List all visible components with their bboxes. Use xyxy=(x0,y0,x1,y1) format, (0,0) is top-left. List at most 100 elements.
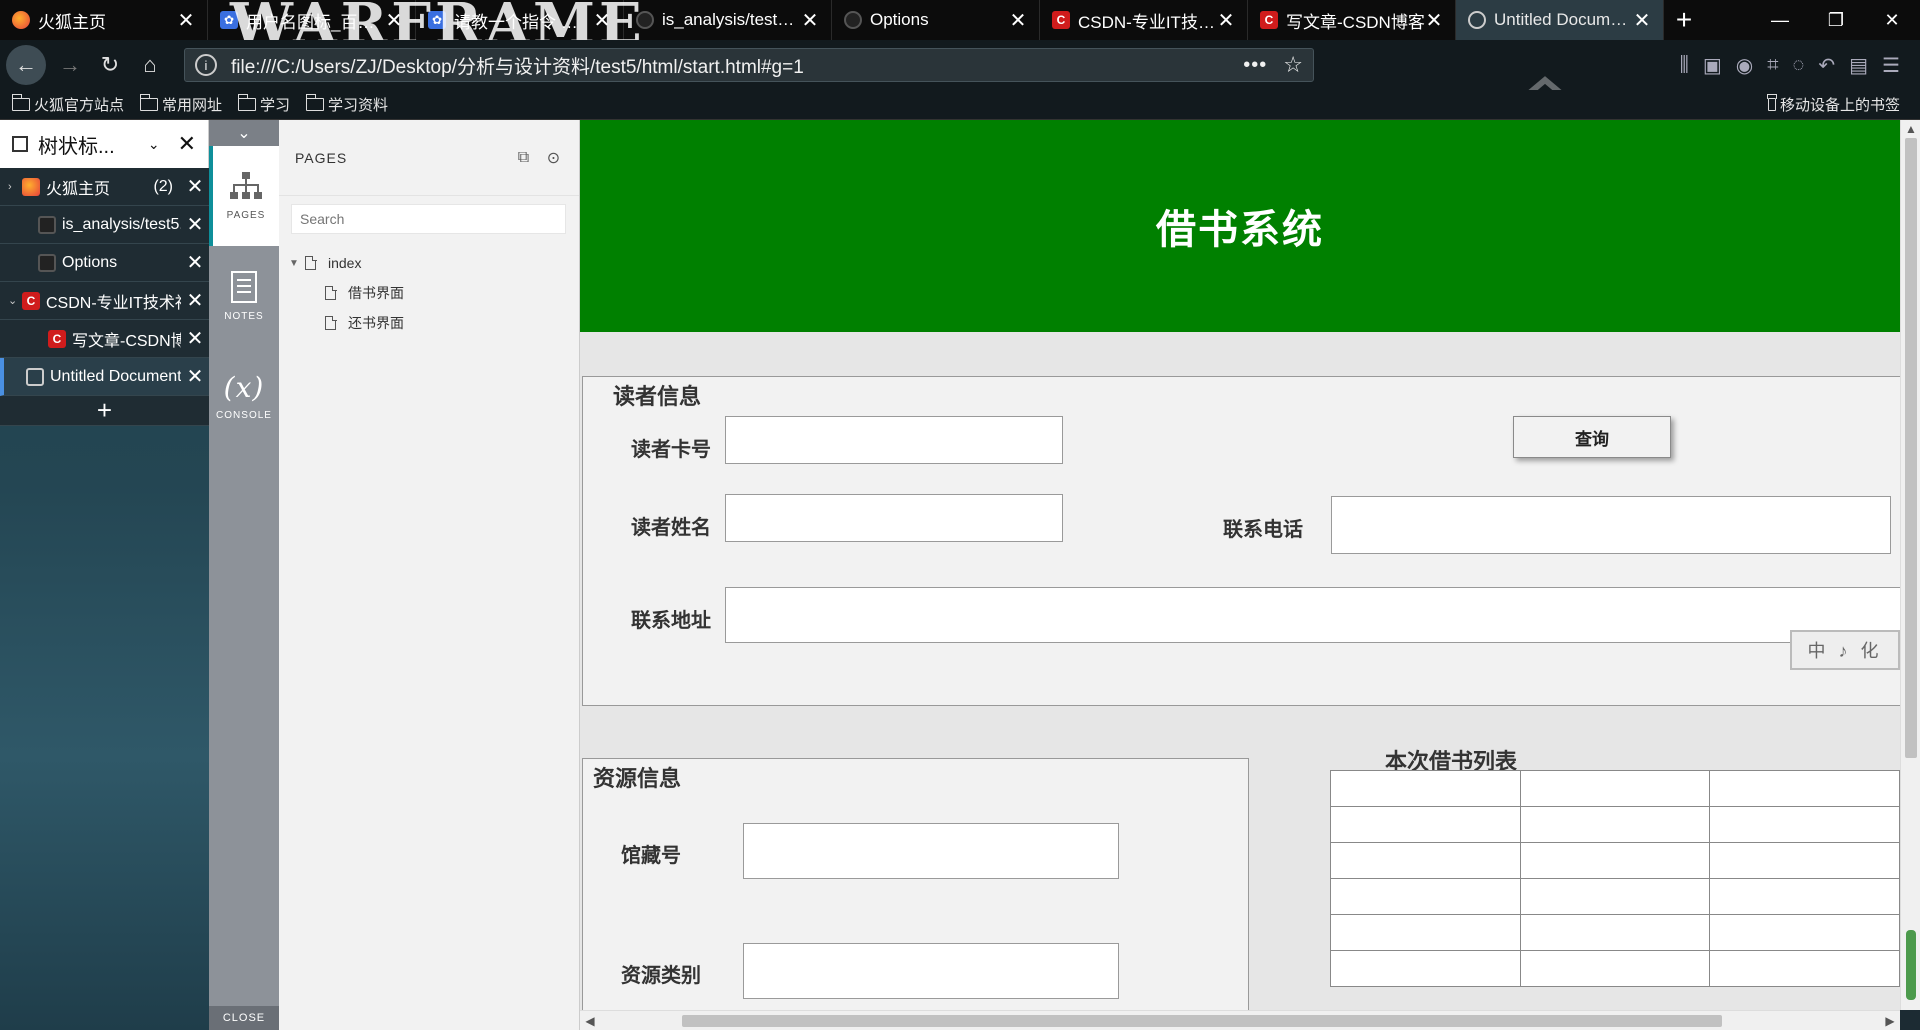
close-tab-icon[interactable]: ✕ xyxy=(181,364,209,389)
scroll-up-icon[interactable]: ▲ xyxy=(1901,122,1920,136)
vertical-scroll-thumb[interactable] xyxy=(1905,138,1917,758)
close-tab-icon[interactable]: ✕ xyxy=(1217,8,1235,33)
back-button[interactable]: ← xyxy=(6,45,46,85)
page-tree-item-borrow[interactable]: 借书界面 xyxy=(279,278,579,308)
scroll-right-icon[interactable]: ▶ xyxy=(1880,1014,1900,1028)
table-cell[interactable] xyxy=(1330,950,1521,987)
page-tree-item-index[interactable]: ▼ index xyxy=(279,248,579,278)
sidebar-toggle-icon[interactable]: ▣ xyxy=(1703,53,1722,78)
collapse-chevron-icon[interactable]: ⌄ xyxy=(209,120,279,146)
new-tab-button[interactable]: + xyxy=(1664,0,1704,40)
tree-tab-item[interactable]: Options ✕ xyxy=(0,244,209,282)
close-icon[interactable]: ✕ xyxy=(178,131,196,157)
browser-tab[interactable]: ✿ 请教一个指令 重复 ✕ xyxy=(416,0,624,40)
chevron-down-icon[interactable]: ⌄ xyxy=(148,136,160,153)
bookmark-star-icon[interactable]: ☆ xyxy=(1283,52,1303,78)
extension-icon[interactable]: ▤ xyxy=(1849,53,1868,78)
close-tab-icon[interactable]: ✕ xyxy=(801,8,819,33)
close-window-button[interactable]: ✕ xyxy=(1864,0,1920,40)
pages-search-input[interactable] xyxy=(291,204,566,234)
browser-tab[interactable]: C CSDN-专业IT技术社 ✕ xyxy=(1040,0,1248,40)
url-bar[interactable]: i file:///C:/Users/ZJ/Desktop/分析与设计资料/te… xyxy=(184,48,1314,82)
query-button[interactable]: 查询 xyxy=(1513,416,1671,458)
library-icon[interactable]: ⫼ xyxy=(1680,54,1689,77)
bookmark-study-materials[interactable]: 学习资料 xyxy=(305,94,388,115)
twisty-icon[interactable]: › xyxy=(8,181,22,193)
minimize-button[interactable]: — xyxy=(1752,0,1808,40)
horizontal-scroll-thumb[interactable] xyxy=(682,1015,1722,1027)
tree-tab-item[interactable]: is_analysis/test5.m✕ xyxy=(0,206,209,244)
table-cell[interactable] xyxy=(1519,950,1711,987)
locate-page-icon[interactable]: ⊙ xyxy=(545,149,563,167)
rail-notes-tab[interactable]: NOTES xyxy=(209,246,279,346)
add-tab-button[interactable]: + xyxy=(0,395,209,426)
home-button[interactable]: ⌂ xyxy=(130,45,170,85)
vertical-scrollbar[interactable]: ▲ xyxy=(1900,120,1920,1010)
browser-tab[interactable]: Untitled Document ✕ xyxy=(1456,0,1664,40)
table-cell[interactable] xyxy=(1519,806,1711,843)
table-cell[interactable] xyxy=(1709,878,1900,915)
rail-close-button[interactable]: CLOSE xyxy=(209,1006,279,1030)
url-text[interactable]: file:///C:/Users/ZJ/Desktop/分析与设计资料/test… xyxy=(231,52,1243,79)
menu-icon[interactable]: ☰ xyxy=(1882,53,1900,78)
tree-tab-item[interactable]: Untitled Document ✕ xyxy=(0,358,209,396)
table-cell[interactable] xyxy=(1330,842,1521,879)
table-cell[interactable] xyxy=(1330,878,1521,915)
browser-tab[interactable]: Options ✕ xyxy=(832,0,1040,40)
info-icon[interactable]: i xyxy=(195,54,217,76)
undo-icon[interactable]: ↶ xyxy=(1818,53,1835,78)
account-icon[interactable]: ◉ xyxy=(1736,53,1753,78)
scroll-left-icon[interactable]: ◀ xyxy=(580,1014,600,1028)
forward-button[interactable]: → xyxy=(50,45,90,85)
tree-tab-item[interactable]: › 火狐主页 (2) ✕ xyxy=(0,168,209,206)
close-tab-icon[interactable]: ✕ xyxy=(1009,8,1027,33)
reader-name-field[interactable] xyxy=(725,494,1063,542)
bookmark-common-sites[interactable]: 常用网址 xyxy=(139,94,222,115)
table-cell[interactable] xyxy=(1330,914,1521,951)
restore-button[interactable]: ❐ xyxy=(1808,0,1864,40)
twisty-icon[interactable]: ⌄ xyxy=(8,294,22,307)
table-cell[interactable] xyxy=(1709,914,1900,951)
tree-tab-item[interactable]: C 写文章-CSDN博客✕ xyxy=(0,320,209,358)
collection-number-field[interactable] xyxy=(743,823,1119,879)
table-cell[interactable] xyxy=(1709,770,1900,807)
close-tab-icon[interactable]: ✕ xyxy=(181,250,209,275)
close-tab-icon[interactable]: ✕ xyxy=(181,288,209,313)
card-number-field[interactable] xyxy=(725,416,1063,464)
input-method-widget[interactable]: 中 ♪ 化 xyxy=(1790,630,1900,670)
zoom-indicator[interactable] xyxy=(1906,930,1916,1000)
close-tab-icon[interactable]: ✕ xyxy=(177,8,195,33)
screenshot-icon[interactable]: ⌗ xyxy=(1767,54,1778,77)
close-tab-icon[interactable]: ✕ xyxy=(1633,8,1651,33)
table-cell[interactable] xyxy=(1519,914,1711,951)
table-cell[interactable] xyxy=(1519,770,1711,807)
resource-category-field[interactable] xyxy=(743,943,1119,999)
sidebar-title[interactable]: 树状标... xyxy=(38,130,148,159)
rail-pages-tab[interactable]: PAGES xyxy=(209,146,279,246)
close-tab-icon[interactable]: ✕ xyxy=(181,212,209,237)
browser-tab[interactable]: is_analysis/test5.m ✕ xyxy=(624,0,832,40)
phone-field[interactable] xyxy=(1331,496,1891,554)
table-cell[interactable] xyxy=(1330,770,1521,807)
reload-button[interactable]: ↻ xyxy=(90,45,130,85)
table-cell[interactable] xyxy=(1709,842,1900,879)
rail-console-tab[interactable]: (x) CONSOLE xyxy=(209,346,279,446)
close-tab-icon[interactable]: ✕ xyxy=(593,8,611,33)
table-cell[interactable] xyxy=(1709,950,1900,987)
table-cell[interactable] xyxy=(1519,878,1711,915)
browser-tab[interactable]: C 写文章-CSDN博客 ✕ xyxy=(1248,0,1456,40)
close-tab-icon[interactable]: ✕ xyxy=(181,326,209,351)
bookmark-study[interactable]: 学习 xyxy=(237,94,290,115)
export-icon[interactable]: ⧉ xyxy=(515,149,533,167)
browser-tab[interactable]: 火狐主页 ✕ xyxy=(0,0,208,40)
page-actions-icon[interactable]: ••• xyxy=(1243,54,1267,77)
mobile-bookmarks[interactable]: 移动设备上的书签 xyxy=(1767,94,1900,115)
close-tab-icon[interactable]: ✕ xyxy=(1425,8,1443,33)
caret-down-icon[interactable]: ▼ xyxy=(289,258,305,269)
close-tab-icon[interactable]: ✕ xyxy=(385,8,403,33)
address-field[interactable] xyxy=(725,587,1900,643)
table-cell[interactable] xyxy=(1709,806,1900,843)
page-tree-item-return[interactable]: 还书界面 xyxy=(279,308,579,338)
table-cell[interactable] xyxy=(1519,842,1711,879)
table-cell[interactable] xyxy=(1330,806,1521,843)
